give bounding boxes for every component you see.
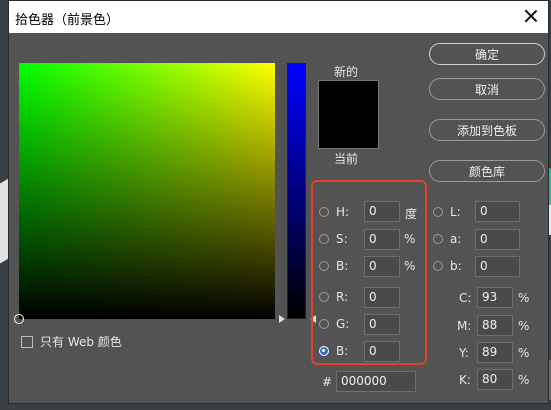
hue-input[interactable]: 0 (364, 201, 400, 222)
lightness-input[interactable]: 0 (475, 201, 520, 222)
current-color-label: 当前 (334, 152, 359, 166)
hue-slider-handle-left[interactable] (279, 315, 285, 323)
hue-slider[interactable] (287, 63, 306, 319)
color-field[interactable] (14, 63, 275, 324)
radio-saturation[interactable] (319, 234, 329, 244)
green-input[interactable]: 0 (364, 314, 400, 335)
b-channel-label: b: (450, 259, 462, 273)
color-picker-dialog: 拾色器（前景色） 只有 Web 颜色 新的 当前 确定 取消 添加到色板 颜色库… (8, 0, 549, 404)
yellow-unit: % (518, 346, 530, 360)
hex-label: # (322, 375, 333, 389)
brightness-input[interactable]: 0 (364, 256, 400, 277)
saturation-input[interactable]: 0 (364, 229, 400, 250)
magenta-label: M: (457, 319, 472, 333)
web-only-label: 只有 Web 颜色 (40, 335, 122, 349)
brightness-unit: % (404, 259, 416, 273)
blue-label: B: (336, 344, 349, 358)
saturation-unit: % (404, 232, 416, 246)
green-label: G: (336, 317, 350, 331)
b-channel-input[interactable]: 0 (475, 256, 520, 277)
ok-button[interactable]: 确定 (429, 43, 545, 65)
web-only-checkbox[interactable] (21, 335, 33, 348)
new-color-label: 新的 (334, 65, 359, 79)
color-field-marker[interactable] (14, 314, 24, 324)
cyan-label: C: (459, 291, 472, 305)
add-to-swatches-button[interactable]: 添加到色板 (429, 119, 545, 141)
radio-blue[interactable] (319, 346, 329, 356)
hue-label: H: (336, 205, 350, 219)
black-input[interactable]: 80 (477, 369, 513, 390)
saturation-label: S: (336, 232, 348, 246)
red-label: R: (336, 290, 349, 304)
close-icon[interactable] (522, 7, 540, 25)
a-channel-label: a: (450, 232, 462, 246)
color-libraries-button[interactable]: 颜色库 (429, 160, 545, 182)
title-bar: 拾色器（前景色） (9, 1, 548, 33)
red-input[interactable]: 0 (364, 287, 400, 308)
radio-green[interactable] (319, 319, 329, 329)
radio-lightness[interactable] (433, 207, 443, 217)
radio-red[interactable] (319, 292, 329, 302)
a-channel-input[interactable]: 0 (475, 229, 520, 250)
magenta-input[interactable]: 88 (477, 315, 513, 336)
radio-brightness[interactable] (319, 261, 329, 271)
cyan-unit: % (518, 291, 530, 305)
black-label: K: (459, 373, 471, 387)
lightness-label: L: (450, 205, 461, 219)
cancel-button[interactable]: 取消 (429, 78, 545, 100)
color-preview-swatch[interactable] (318, 80, 379, 149)
cyan-input[interactable]: 93 (477, 287, 513, 308)
yellow-label: Y: (459, 346, 469, 360)
yellow-input[interactable]: 89 (477, 342, 513, 363)
window-title: 拾色器（前景色） (15, 13, 120, 28)
blue-input[interactable]: 0 (364, 341, 400, 362)
hue-unit: 度 (405, 207, 418, 221)
black-unit: % (518, 373, 530, 387)
brightness-label: B: (336, 259, 349, 273)
radio-hue[interactable] (319, 207, 329, 217)
magenta-unit: % (518, 319, 530, 333)
radio-b-channel[interactable] (433, 261, 443, 271)
web-only-option[interactable]: 只有 Web 颜色 (21, 333, 122, 350)
radio-a-channel[interactable] (433, 234, 443, 244)
hex-input[interactable]: 000000 (336, 371, 416, 392)
